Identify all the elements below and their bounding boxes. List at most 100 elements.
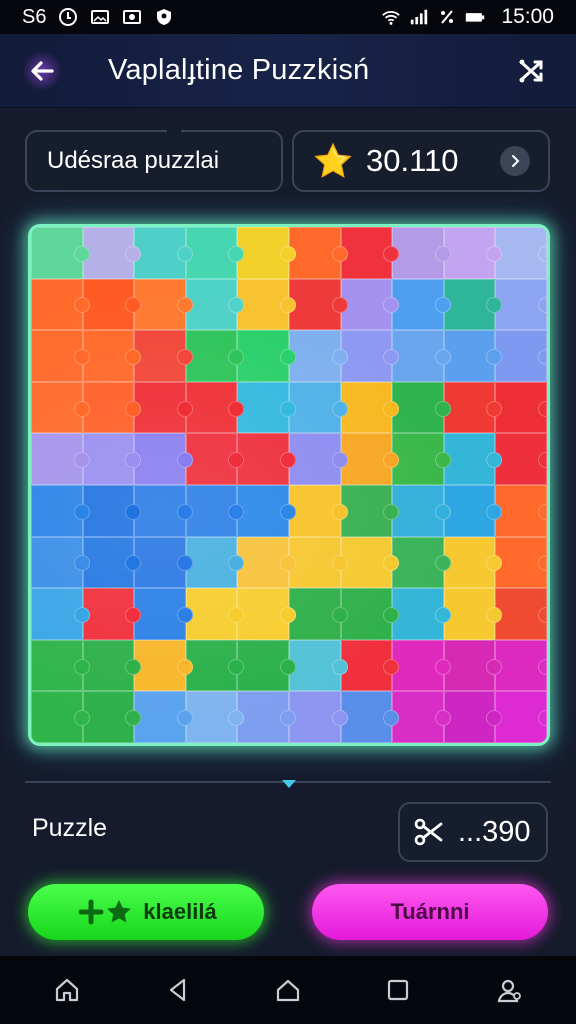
puzzle-piece[interactable] bbox=[340, 381, 399, 434]
puzzle-piece[interactable] bbox=[288, 588, 348, 640]
puzzle-piece[interactable] bbox=[495, 227, 547, 279]
puzzle-piece[interactable] bbox=[443, 484, 502, 537]
puzzle-piece[interactable] bbox=[82, 227, 141, 279]
puzzle-piece[interactable] bbox=[340, 433, 399, 485]
puzzle-piece[interactable] bbox=[443, 433, 502, 485]
puzzle-piece[interactable] bbox=[392, 381, 451, 434]
puzzle-piece[interactable] bbox=[31, 227, 90, 279]
puzzle-piece[interactable] bbox=[392, 536, 451, 589]
puzzle-piece[interactable] bbox=[495, 330, 547, 382]
puzzle-piece[interactable] bbox=[237, 381, 296, 434]
puzzle-piece[interactable] bbox=[237, 639, 296, 692]
puzzle-piece[interactable] bbox=[82, 691, 141, 743]
puzzle-piece[interactable] bbox=[134, 639, 193, 692]
puzzle-piece[interactable] bbox=[495, 278, 547, 331]
puzzle-piece[interactable] bbox=[237, 536, 296, 589]
puzzle-piece[interactable] bbox=[443, 691, 502, 743]
puzzle-piece[interactable] bbox=[134, 330, 193, 382]
nav-recents-button[interactable] bbox=[376, 968, 420, 1012]
puzzle-piece[interactable] bbox=[392, 588, 451, 640]
puzzle-piece[interactable] bbox=[288, 227, 348, 279]
puzzle-piece[interactable] bbox=[495, 639, 547, 692]
puzzle-piece[interactable] bbox=[495, 536, 547, 589]
puzzle-piece[interactable] bbox=[288, 536, 348, 589]
puzzle-piece[interactable] bbox=[443, 278, 502, 331]
puzzle-piece[interactable] bbox=[392, 330, 451, 382]
puzzle-piece[interactable] bbox=[82, 639, 141, 692]
puzzle-piece[interactable] bbox=[185, 536, 244, 589]
puzzle-piece[interactable] bbox=[288, 484, 348, 537]
puzzle-piece[interactable] bbox=[495, 588, 547, 640]
puzzle-piece[interactable] bbox=[134, 588, 193, 640]
puzzle-piece[interactable] bbox=[31, 484, 90, 537]
puzzle-piece[interactable] bbox=[340, 484, 399, 537]
puzzle-piece[interactable] bbox=[31, 278, 90, 331]
puzzle-piece[interactable] bbox=[237, 330, 296, 382]
puzzle-piece[interactable] bbox=[185, 691, 244, 743]
puzzle-piece[interactable] bbox=[134, 381, 193, 434]
score-expand-button[interactable] bbox=[500, 146, 530, 176]
puzzle-piece[interactable] bbox=[340, 278, 399, 331]
puzzle-piece[interactable] bbox=[82, 484, 141, 537]
shuffle-button[interactable] bbox=[514, 54, 548, 88]
puzzle-piece[interactable] bbox=[288, 278, 348, 331]
puzzle-piece[interactable] bbox=[495, 381, 547, 434]
puzzle-piece[interactable] bbox=[185, 227, 244, 279]
back-button[interactable] bbox=[22, 50, 62, 91]
puzzle-piece[interactable] bbox=[237, 588, 296, 640]
puzzle-piece[interactable] bbox=[392, 227, 451, 279]
puzzle-piece[interactable] bbox=[443, 588, 502, 640]
tournament-button[interactable]: Tuárnni bbox=[312, 884, 548, 940]
puzzle-name-field[interactable]: Udésraa puzzlai bbox=[25, 128, 283, 192]
puzzle-piece[interactable] bbox=[288, 639, 348, 692]
nav-home-outline-button[interactable] bbox=[266, 968, 310, 1012]
puzzle-board[interactable] bbox=[31, 227, 547, 743]
puzzle-piece[interactable] bbox=[31, 588, 90, 640]
puzzle-piece[interactable] bbox=[288, 381, 348, 434]
puzzle-piece[interactable] bbox=[340, 691, 399, 743]
puzzle-piece[interactable] bbox=[31, 639, 90, 692]
puzzle-piece[interactable] bbox=[340, 639, 399, 692]
puzzle-piece[interactable] bbox=[134, 227, 193, 279]
puzzle-piece[interactable] bbox=[31, 330, 90, 382]
puzzle-piece[interactable] bbox=[288, 330, 348, 382]
puzzle-piece[interactable] bbox=[185, 433, 244, 485]
puzzle-piece[interactable] bbox=[392, 278, 451, 331]
puzzle-piece[interactable] bbox=[185, 588, 244, 640]
puzzle-piece[interactable] bbox=[82, 278, 141, 331]
puzzle-piece[interactable] bbox=[495, 433, 547, 485]
puzzle-piece[interactable] bbox=[392, 639, 451, 692]
puzzle-piece[interactable] bbox=[134, 536, 193, 589]
puzzle-piece[interactable] bbox=[31, 536, 90, 589]
puzzle-piece[interactable] bbox=[237, 484, 296, 537]
puzzle-piece[interactable] bbox=[237, 691, 296, 743]
puzzle-piece[interactable] bbox=[134, 433, 193, 485]
puzzle-piece[interactable] bbox=[31, 433, 90, 485]
puzzle-piece[interactable] bbox=[185, 381, 244, 434]
puzzle-piece[interactable] bbox=[185, 484, 244, 537]
puzzle-piece[interactable] bbox=[443, 330, 502, 382]
puzzle-piece[interactable] bbox=[237, 227, 296, 279]
puzzle-piece[interactable] bbox=[495, 691, 547, 743]
nav-user-button[interactable] bbox=[487, 968, 531, 1012]
puzzle-piece[interactable] bbox=[82, 433, 141, 485]
puzzle-piece[interactable] bbox=[392, 484, 451, 537]
puzzle-piece[interactable] bbox=[82, 381, 141, 434]
puzzle-piece[interactable] bbox=[443, 381, 502, 434]
score-panel[interactable]: 30.110 bbox=[292, 130, 550, 192]
puzzle-piece[interactable] bbox=[134, 278, 193, 331]
puzzle-piece[interactable] bbox=[340, 227, 399, 279]
puzzle-piece[interactable] bbox=[443, 639, 502, 692]
puzzle-piece[interactable] bbox=[82, 330, 141, 382]
puzzle-piece[interactable] bbox=[443, 536, 502, 589]
puzzle-piece[interactable] bbox=[392, 691, 451, 743]
hint-button[interactable]: klaelilá bbox=[28, 884, 264, 940]
nav-back-button[interactable] bbox=[156, 968, 200, 1012]
puzzle-piece[interactable] bbox=[288, 691, 348, 743]
puzzle-piece[interactable] bbox=[237, 433, 296, 485]
puzzle-piece[interactable] bbox=[443, 227, 502, 279]
puzzle-piece[interactable] bbox=[340, 330, 399, 382]
puzzle-piece[interactable] bbox=[134, 484, 193, 537]
puzzle-piece[interactable] bbox=[185, 278, 244, 331]
puzzle-piece[interactable] bbox=[237, 278, 296, 331]
